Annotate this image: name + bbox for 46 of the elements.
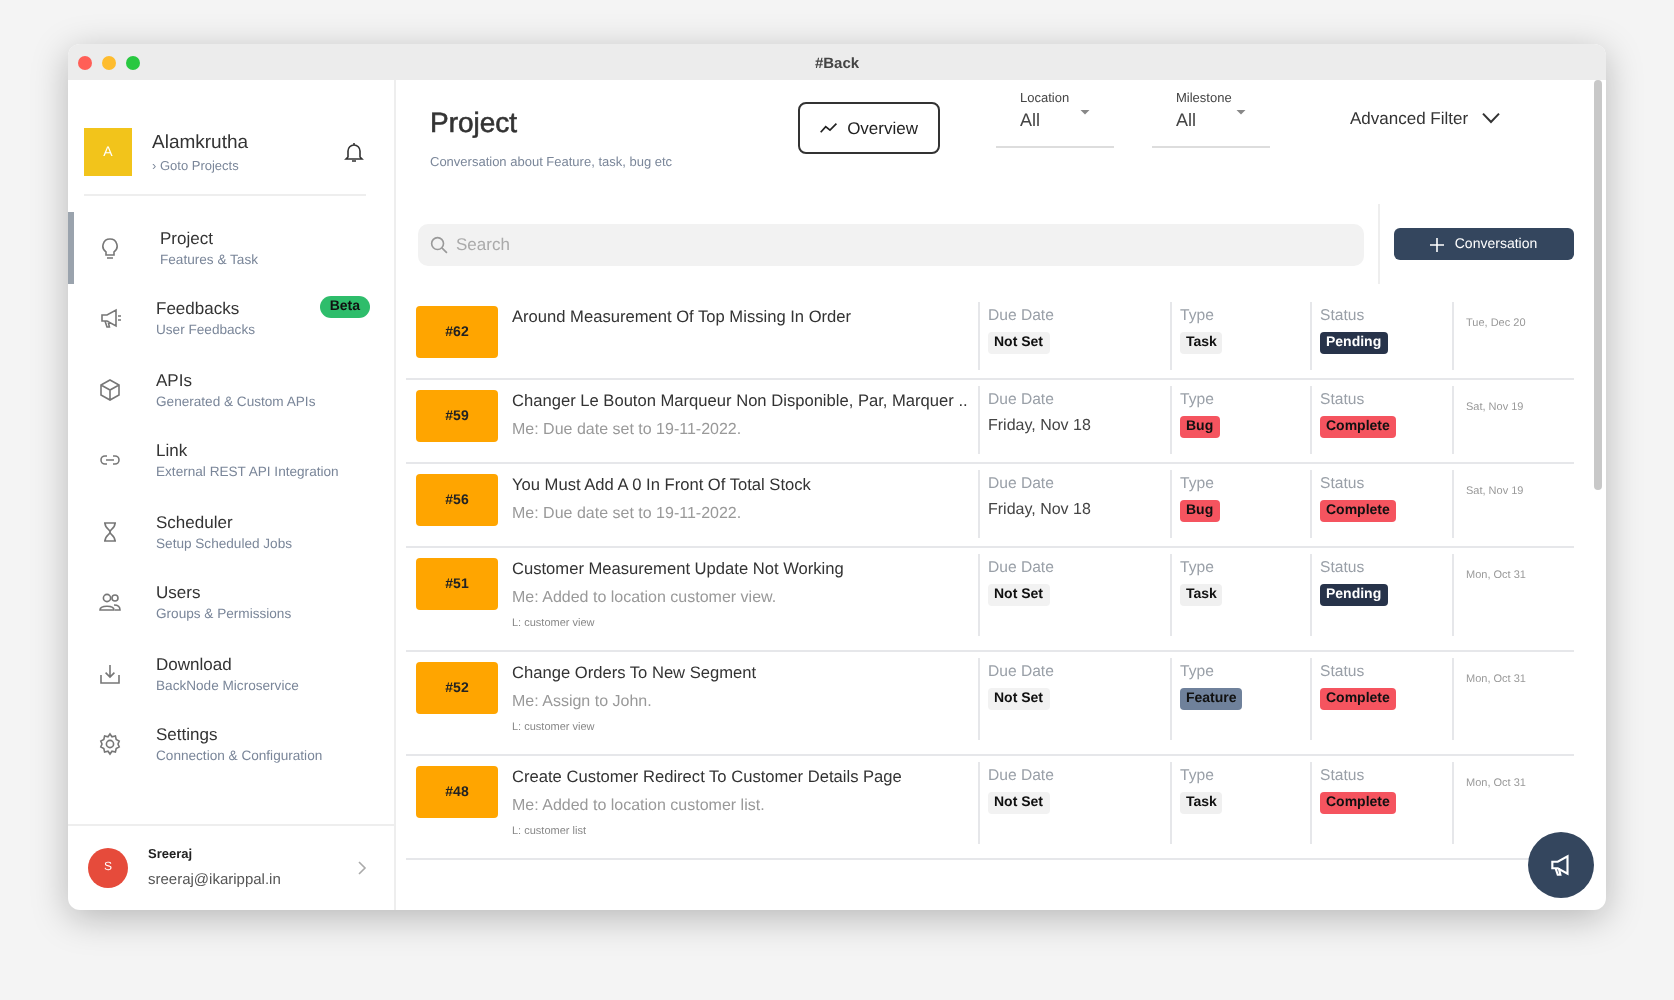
nav-title: Link <box>156 440 188 461</box>
feedback-button[interactable] <box>1528 832 1594 898</box>
chevron-down-icon <box>1482 112 1501 124</box>
megaphone-icon <box>98 306 122 331</box>
overview-button[interactable]: Overview <box>798 102 940 154</box>
nav-title: APIs <box>156 369 192 390</box>
page-title: Project <box>430 106 520 138</box>
download-icon <box>98 661 122 686</box>
last-message: Me: Due date set to 19-11-2022. <box>512 504 744 522</box>
nav-title: Project <box>160 227 213 248</box>
lightbulb-icon <box>98 235 122 260</box>
issue-title[interactable]: Around Measurement Of Top Missing In Order <box>512 306 978 326</box>
trend-line-icon <box>820 120 838 136</box>
nav-title: Download <box>156 653 232 674</box>
megaphone-icon <box>1548 852 1574 878</box>
issue-title[interactable]: You Must Add A 0 In Front Of Total Stock <box>512 474 978 494</box>
nav-title: Settings <box>156 724 218 745</box>
search-field[interactable]: Search <box>418 223 1364 265</box>
due-date: Friday, Nov 18 <box>988 416 1093 434</box>
issue-title[interactable]: Customer Measurement Update Not Working <box>512 558 978 578</box>
bell-icon[interactable] <box>342 140 366 164</box>
close-button[interactable] <box>78 55 92 69</box>
chevron-right-icon[interactable] <box>354 860 370 876</box>
last-message: Me: Assign to John. <box>512 692 654 710</box>
caret-icon <box>1236 110 1246 116</box>
hourglass-icon <box>98 519 122 544</box>
due-date: Friday, Nov 18 <box>988 500 1093 518</box>
issue-title[interactable]: Change Orders To New Segment <box>512 662 978 682</box>
advanced-filter-button[interactable]: Advanced Filter <box>1350 108 1501 128</box>
cube-icon <box>98 377 122 402</box>
last-message: Me: Added to location customer list. <box>512 796 767 814</box>
issue-title[interactable]: Changer Le Bouton Marqueur Non Disponible, Par, Marquer .. <box>512 390 978 410</box>
issue-title[interactable]: Create Customer Redirect To Customer Details Page <box>512 766 978 786</box>
nav-title: Feedbacks <box>156 298 240 319</box>
workspace-name: Alamkrutha <box>152 131 251 153</box>
zoom-button[interactable] <box>126 55 140 69</box>
last-message: Me: Added to location customer view. <box>512 588 779 606</box>
users-icon <box>98 590 122 615</box>
plus-icon <box>1430 237 1445 251</box>
nav-title: Users <box>156 582 201 603</box>
scrollbar-thumb[interactable] <box>1594 80 1602 490</box>
minimize-button[interactable] <box>102 55 116 69</box>
nav-title: Scheduler <box>156 511 233 532</box>
caret-icon <box>1080 110 1090 116</box>
settings-icon <box>98 732 122 757</box>
last-message: Me: Due date set to 19-11-2022. <box>512 420 744 438</box>
